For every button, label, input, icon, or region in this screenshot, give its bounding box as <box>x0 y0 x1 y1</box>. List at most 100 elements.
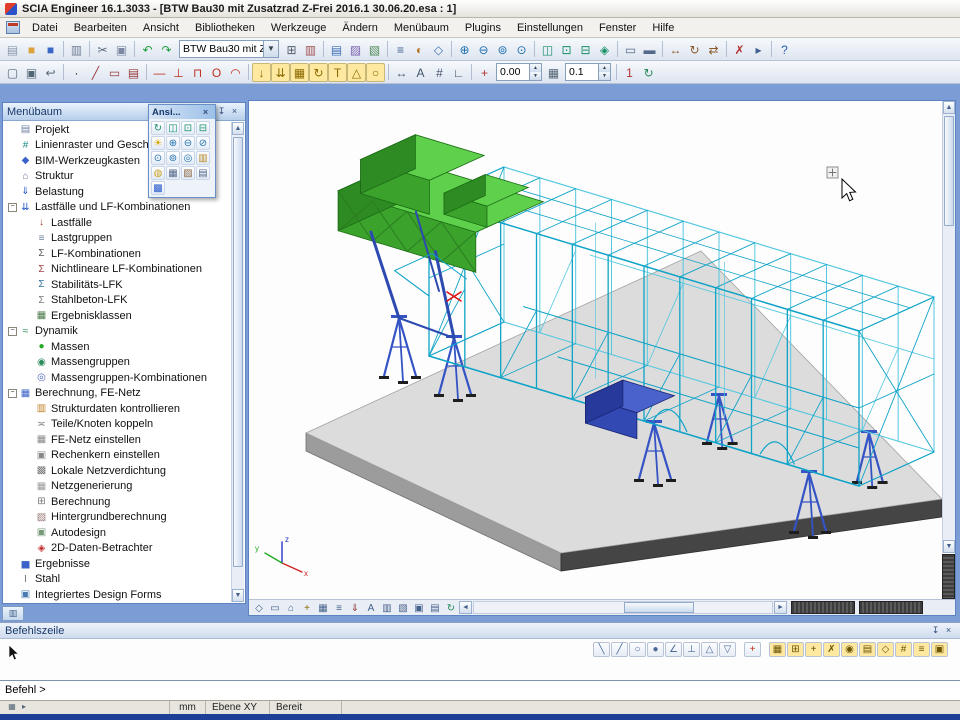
rotate-icon[interactable]: ↻ <box>685 40 704 59</box>
column-icon[interactable]: ⊥ <box>169 63 188 82</box>
plate-icon[interactable]: ▤ <box>124 63 143 82</box>
ucs-icon[interactable]: ∟ <box>449 63 468 82</box>
scroll-down-icon[interactable]: ▼ <box>943 540 955 553</box>
view-image-icon[interactable]: ▨ <box>181 166 195 180</box>
tree-item-massen[interactable]: ●Massen <box>4 339 231 355</box>
combo-dropdown-icon[interactable]: ▼ <box>263 41 278 57</box>
view-front-icon[interactable]: ◫ <box>166 121 180 135</box>
spin-up-icon[interactable]: ▲ <box>599 64 610 72</box>
command-input[interactable]: Befehl > <box>0 680 960 700</box>
snap-step-field[interactable]: 0.1 ▲▼ <box>565 63 611 81</box>
beam-icon[interactable]: — <box>150 63 169 82</box>
snap-settings-icon[interactable]: + <box>744 642 761 657</box>
layer-filter-icon[interactable]: ≡ <box>331 601 347 615</box>
arc-icon[interactable]: ◠ <box>226 63 245 82</box>
axonometric-icon[interactable]: ◈ <box>595 40 614 59</box>
spinner[interactable]: ▲▼ <box>598 64 610 80</box>
menu-hilfe[interactable]: Hilfe <box>644 19 682 37</box>
thermal-load-icon[interactable]: T <box>328 63 347 82</box>
snap-endpoint-icon[interactable]: ╲ <box>593 642 610 657</box>
print-icon[interactable]: ▥ <box>67 40 86 59</box>
close-icon[interactable]: × <box>942 624 955 637</box>
sun-light-icon[interactable]: ☀ <box>151 136 165 150</box>
rotate-view-icon[interactable]: ↻ <box>151 121 165 135</box>
select-by-property-icon[interactable]: ▣ <box>22 63 41 82</box>
opening-icon[interactable]: O <box>207 63 226 82</box>
tree-item-netzgenerierung[interactable]: ▦Netzgenerierung <box>4 479 231 495</box>
delete-icon[interactable]: ✗ <box>730 40 749 59</box>
cursor-cross-icon[interactable]: + <box>805 642 822 657</box>
status-plane[interactable]: Ebene XY <box>206 701 270 714</box>
moment-load-icon[interactable]: ↻ <box>309 63 328 82</box>
menu-plugins[interactable]: Plugins <box>457 19 509 37</box>
view-parameters-icon[interactable]: ▤ <box>196 166 210 180</box>
coordinate-precision-field[interactable]: 0.00 ▲▼ <box>496 63 542 81</box>
snap-step-icon[interactable]: ▦ <box>544 63 563 82</box>
zoom-window-icon[interactable]: ⊙ <box>512 40 531 59</box>
view-settings-icon[interactable]: ▤ <box>427 601 443 615</box>
polar-mode-icon[interactable]: ◇ <box>877 642 894 657</box>
tree-expander-icon[interactable]: − <box>8 389 17 398</box>
menu-fenster[interactable]: Fenster <box>591 19 644 37</box>
member-2d-icon[interactable]: ▭ <box>105 63 124 82</box>
support-icon[interactable]: △ <box>347 63 366 82</box>
tree-item-stabilitaets-lfk[interactable]: ΣStabilitäts-LFK <box>4 277 231 293</box>
previous-selection-icon[interactable]: ↩ <box>41 63 60 82</box>
scroll-up-icon[interactable]: ▲ <box>232 122 244 135</box>
layers-icon[interactable]: ≡ <box>391 40 410 59</box>
spin-up-icon[interactable]: ▲ <box>530 64 541 72</box>
haunch-icon[interactable]: ⊓ <box>188 63 207 82</box>
label-display-icon[interactable]: A <box>363 601 379 615</box>
menu-datei[interactable]: Datei <box>24 19 66 37</box>
clipping-box-icon[interactable]: ▧ <box>395 601 411 615</box>
zoom-previous-icon[interactable]: ⊘ <box>196 136 210 150</box>
section-display-icon[interactable]: ▥ <box>379 601 395 615</box>
perspective-toggle-icon[interactable]: ◇ <box>251 601 267 615</box>
tree-expander-icon[interactable]: − <box>8 327 17 336</box>
tree-item-lokale-netzverdichtung[interactable]: ▩Lokale Netzverdichtung <box>4 463 231 479</box>
viewport-vscrollbar[interactable]: ▲ ▼ <box>942 101 955 553</box>
wireframe-icon[interactable]: ▭ <box>621 40 640 59</box>
filter-info-icon[interactable]: ▸ <box>18 702 30 713</box>
lamp-icon[interactable]: ◍ <box>151 166 165 180</box>
tracking-icon[interactable]: ◉ <box>841 642 858 657</box>
scroll-thumb[interactable] <box>944 116 954 226</box>
scroll-right-icon[interactable]: ► <box>774 601 787 614</box>
menu-ansicht[interactable]: Ansicht <box>135 19 187 37</box>
snap-circle-icon[interactable]: ○ <box>629 642 646 657</box>
line-grid-icon[interactable]: # <box>430 63 449 82</box>
named-selection-icon[interactable]: ◇ <box>429 40 448 59</box>
tree-item-ergebnisse[interactable]: ▅Ergebnisse <box>4 556 231 572</box>
new-project-icon[interactable]: ▤ <box>3 40 22 59</box>
hinge-icon[interactable]: ○ <box>366 63 385 82</box>
model-viewport[interactable]: xyz ▲ ▼ ◇▭⌂+▦≡⇓A▥▧▣▤↻ ◄ ► <box>248 100 956 616</box>
activity-icon[interactable]: ◐ <box>410 40 429 59</box>
ortho-mode-icon[interactable]: ▤ <box>859 642 876 657</box>
zoom-all-icon[interactable]: ⊚ <box>166 151 180 165</box>
child-window-icon[interactable] <box>6 21 20 34</box>
mirror-icon[interactable]: ⇄ <box>704 40 723 59</box>
scale-1-icon[interactable]: 1 <box>620 63 639 82</box>
dot-grid-icon[interactable]: ⊞ <box>787 642 804 657</box>
3d-model-view[interactable]: xyz <box>249 101 942 599</box>
grid-snap-icon[interactable]: ▦ <box>769 642 786 657</box>
member-1d-icon[interactable]: ╱ <box>86 63 105 82</box>
close-icon[interactable]: × <box>228 105 241 118</box>
grid-toggle-icon[interactable]: ▦ <box>315 601 331 615</box>
view-z-icon[interactable]: ⊟ <box>576 40 595 59</box>
zoom-out-icon[interactable]: ⊖ <box>474 40 493 59</box>
node-icon[interactable]: · <box>67 63 86 82</box>
paperspace-icon[interactable]: ▧ <box>365 40 384 59</box>
tree-item-lastfaelle[interactable]: ↓Lastfälle <box>4 215 231 231</box>
scroll-down-icon[interactable]: ▼ <box>232 589 244 602</box>
engineering-report-icon[interactable]: ▥ <box>301 40 320 59</box>
render-mode-icon[interactable]: ▭ <box>267 601 283 615</box>
view-top-icon[interactable]: ⊡ <box>181 121 195 135</box>
scroll-left-icon[interactable]: ◄ <box>459 601 472 614</box>
dimension-line-icon[interactable]: ↔ <box>392 63 411 82</box>
gallery-icon[interactable]: ▨ <box>346 40 365 59</box>
spinner[interactable]: ▲▼ <box>529 64 541 80</box>
copy-icon[interactable]: ▣ <box>112 40 131 59</box>
view-x-icon[interactable]: ◫ <box>538 40 557 59</box>
tree-expander-icon[interactable]: − <box>8 203 17 212</box>
